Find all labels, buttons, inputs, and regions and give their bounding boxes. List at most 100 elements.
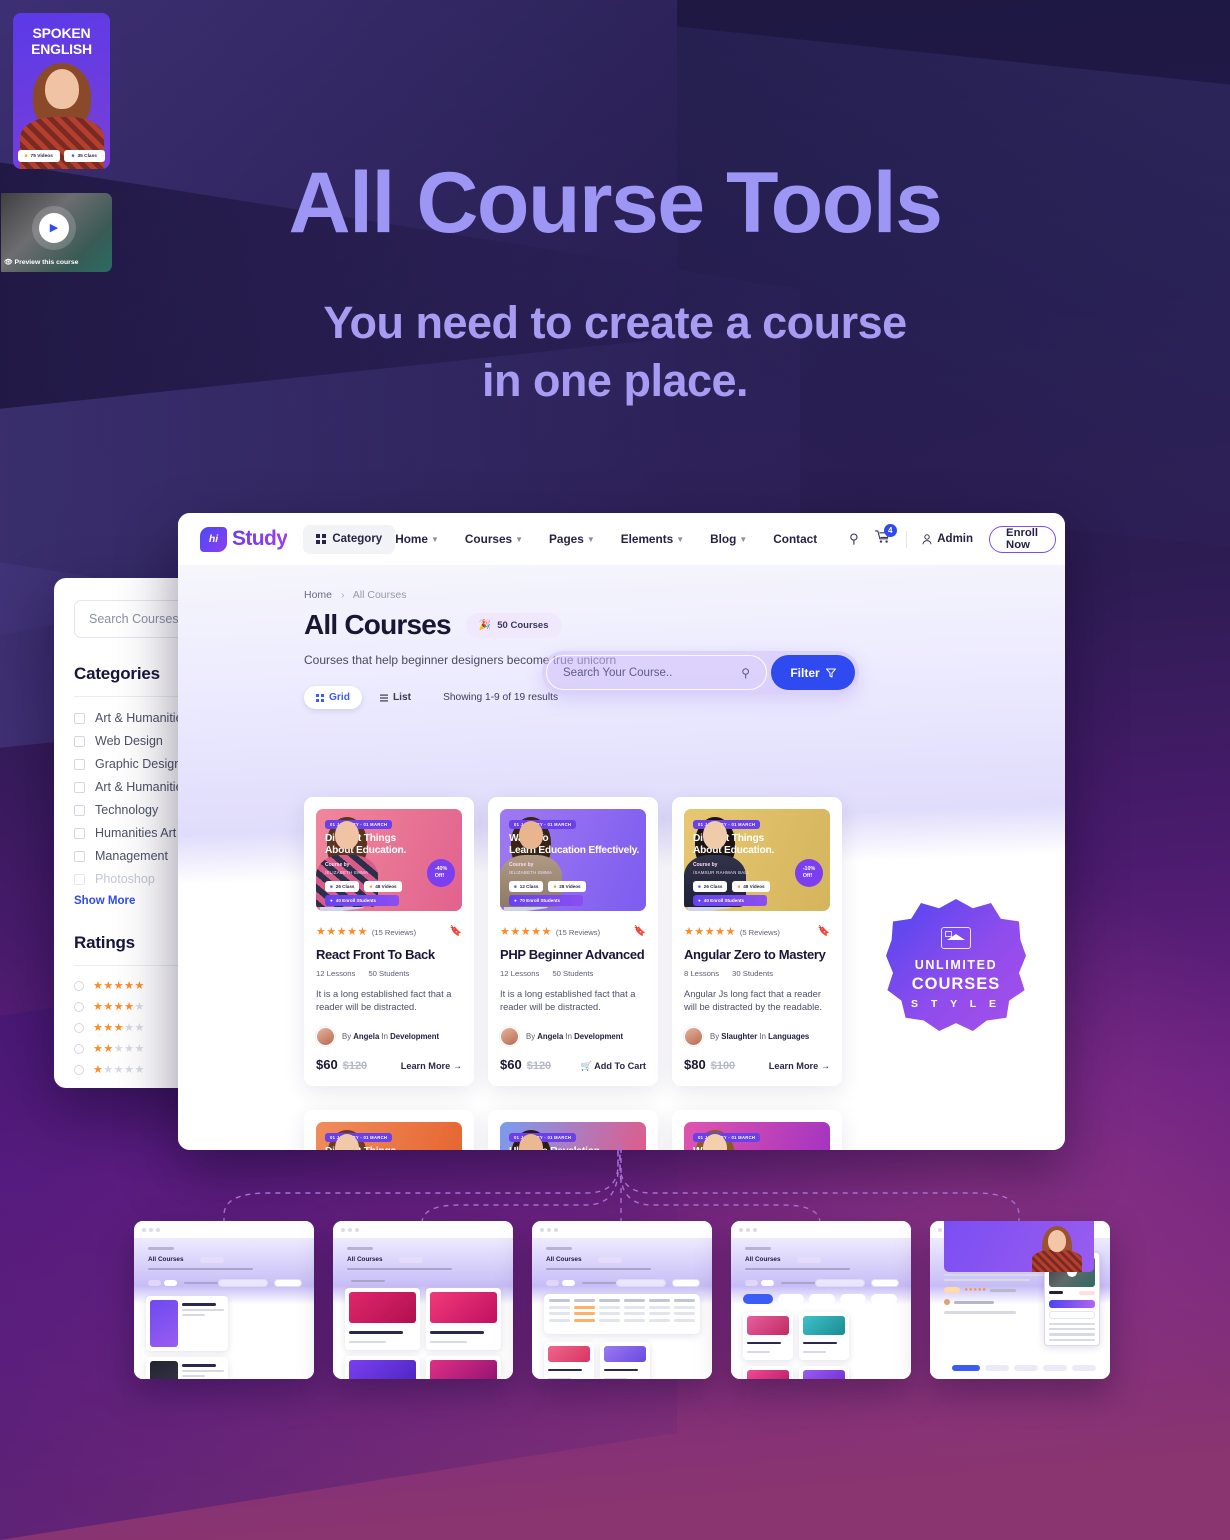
- thumb-author: [944, 1299, 1044, 1306]
- thumb-line: [1049, 1338, 1095, 1341]
- lessons-count: 12 Lessons: [500, 969, 540, 978]
- thumb-toolbar: [546, 1280, 616, 1286]
- category-checkbox[interactable]: [74, 804, 85, 816]
- thumb-table-row: [549, 1299, 695, 1302]
- grid-view-toggle[interactable]: Grid: [304, 686, 362, 709]
- nav-item-courses[interactable]: Courses ▼: [465, 532, 523, 546]
- thumbnail-course-detail-page[interactable]: The Complete Histudy 2022: From Zero to …: [930, 1221, 1110, 1379]
- site-logo[interactable]: hi Study: [200, 526, 288, 552]
- thumb-count-pill: [797, 1257, 821, 1263]
- course-card[interactable]: 01 JANUARY - 01 MARCH Difficult ThingsAb…: [304, 1110, 474, 1150]
- list-view-toggle[interactable]: List: [368, 686, 423, 709]
- filter-button-label: Filter: [790, 665, 820, 680]
- thumb-table-cell: [549, 1318, 570, 1322]
- thumbnail-all-courses-tabs[interactable]: All Courses: [731, 1221, 911, 1379]
- stars-filled: ★★★★★: [684, 926, 736, 938]
- nav-item-pages[interactable]: Pages ▼: [549, 532, 595, 546]
- banner-date-tag: 01 JANUARY - 01 MARCH: [325, 1133, 393, 1142]
- thumb-line: [803, 1342, 837, 1345]
- thumb-card: [345, 1356, 420, 1379]
- thumb-specs: [1049, 1323, 1095, 1341]
- cart-button[interactable]: 4: [874, 523, 897, 549]
- course-card[interactable]: 01 JANUARY - 01 MARCH Ways ToLearn Educa…: [488, 797, 658, 1086]
- course-meta: 8 Lessons 30 Students: [684, 969, 830, 978]
- window-dot: [142, 1227, 146, 1232]
- course-card[interactable]: 01 JANUARY - 01 MARCH Ultimate Revelatio…: [488, 1110, 658, 1150]
- rating-radio[interactable]: [74, 1001, 84, 1012]
- bookmark-icon[interactable]: 🔖: [634, 926, 646, 937]
- course-action-link[interactable]: Learn More →: [401, 1061, 462, 1071]
- rating-radio[interactable]: [74, 1043, 84, 1054]
- grid-icon: [316, 534, 327, 544]
- course-card[interactable]: 01 JANUARY - 01 MARCH Difficult ThingsAb…: [672, 797, 842, 1086]
- thumbnail-all-courses-filter-table[interactable]: All Courses: [532, 1221, 712, 1379]
- window-dot: [753, 1227, 757, 1232]
- course-preview-video[interactable]: ▶ 👁 Preview this course: [1, 193, 112, 272]
- banner-enroll-row: ● 40 Enroll Students: [693, 895, 767, 906]
- thumb-subtitle: [148, 1268, 253, 1271]
- category-checkbox[interactable]: [74, 873, 85, 885]
- category-checkbox[interactable]: [74, 735, 85, 747]
- nav-item-blog[interactable]: Blog ▼: [710, 532, 747, 546]
- thumb-price-row: [1049, 1291, 1095, 1295]
- thumb-toolbar: [347, 1280, 385, 1283]
- author-in: In: [759, 1031, 766, 1041]
- thumb-card: [799, 1312, 849, 1360]
- category-checkbox[interactable]: [74, 827, 85, 839]
- thumb-toolbar: [745, 1280, 815, 1286]
- category-checkbox[interactable]: [74, 758, 85, 770]
- category-button[interactable]: Category: [303, 524, 396, 554]
- nav-item-contact[interactable]: Contact: [773, 532, 817, 546]
- price-old: $100: [710, 1059, 736, 1072]
- category-label: Technology: [95, 803, 159, 817]
- nav-item-elements[interactable]: Elements ▼: [621, 532, 684, 546]
- thumbnail-all-courses-grid-cards[interactable]: All Courses: [134, 1221, 314, 1379]
- thumb-card-image: [548, 1346, 590, 1362]
- nav-item-home[interactable]: Home ▼: [395, 532, 439, 546]
- thumb-table-cell: [624, 1305, 645, 1309]
- class-chip: ■ 26 Class: [693, 881, 728, 892]
- thumb-results-text: [781, 1281, 815, 1285]
- course-action-link[interactable]: 🛒 Add To Cart: [580, 1061, 646, 1072]
- stars-filled: ★★★★★: [316, 926, 368, 938]
- category-checkbox[interactable]: [74, 781, 85, 793]
- thumb-line: [548, 1368, 582, 1371]
- class-chip: ■ 26 Class: [325, 881, 360, 892]
- course-card[interactable]: 01 JANUARY - 01 MARCH Why IsEducation So…: [672, 1110, 842, 1150]
- thumb-days-left: [1079, 1291, 1095, 1295]
- bookmark-icon[interactable]: 🔖: [818, 926, 830, 937]
- thumbnail-all-courses-two-col[interactable]: All Courses: [333, 1221, 513, 1379]
- rating-radio[interactable]: [74, 1022, 84, 1033]
- enroll-now-button[interactable]: Enroll Now: [989, 525, 1056, 553]
- thumb-line: [430, 1331, 484, 1334]
- course-card[interactable]: 01 JANUARY - 01 MARCH Difficult ThingsAb…: [304, 797, 474, 1086]
- course-title[interactable]: React Front To Back: [316, 947, 462, 962]
- thumb-add-to-cart: [1049, 1300, 1095, 1308]
- funnel-icon: [825, 668, 836, 677]
- thumb-table-cell: [649, 1312, 670, 1315]
- admin-account-button[interactable]: Admin: [922, 533, 973, 545]
- stars-filled: ★★★★★: [500, 926, 552, 938]
- thumb-card-grid: [345, 1288, 501, 1379]
- course-action-link[interactable]: Learn More →: [769, 1061, 830, 1071]
- bookmark-icon[interactable]: 🔖: [450, 926, 462, 937]
- play-icon[interactable]: ▶: [39, 212, 69, 243]
- thumbnail-body: All Courses: [134, 1238, 314, 1379]
- thumb-line: [548, 1377, 572, 1379]
- category-checkbox[interactable]: [74, 850, 85, 862]
- filter-button[interactable]: Filter: [771, 655, 855, 690]
- course-title[interactable]: Angular Zero to Mastery: [684, 947, 830, 962]
- class-icon: ■: [698, 884, 701, 889]
- breadcrumb-home[interactable]: Home: [304, 589, 332, 601]
- thumb-table-cell: [574, 1318, 595, 1322]
- category-checkbox[interactable]: [74, 712, 85, 724]
- rating-radio[interactable]: [74, 1064, 84, 1075]
- thumb-table-cell: [624, 1312, 645, 1315]
- price-current: $60: [500, 1056, 522, 1072]
- course-search-input[interactable]: Search Your Course.. ⚲: [546, 655, 767, 690]
- course-title[interactable]: PHP Beginner Advanced: [500, 947, 646, 962]
- thumb-card-image: [604, 1346, 646, 1362]
- search-icon[interactable]: ⚲: [849, 531, 859, 547]
- badge-line-2: COURSES: [911, 974, 1001, 993]
- rating-radio[interactable]: [74, 980, 84, 991]
